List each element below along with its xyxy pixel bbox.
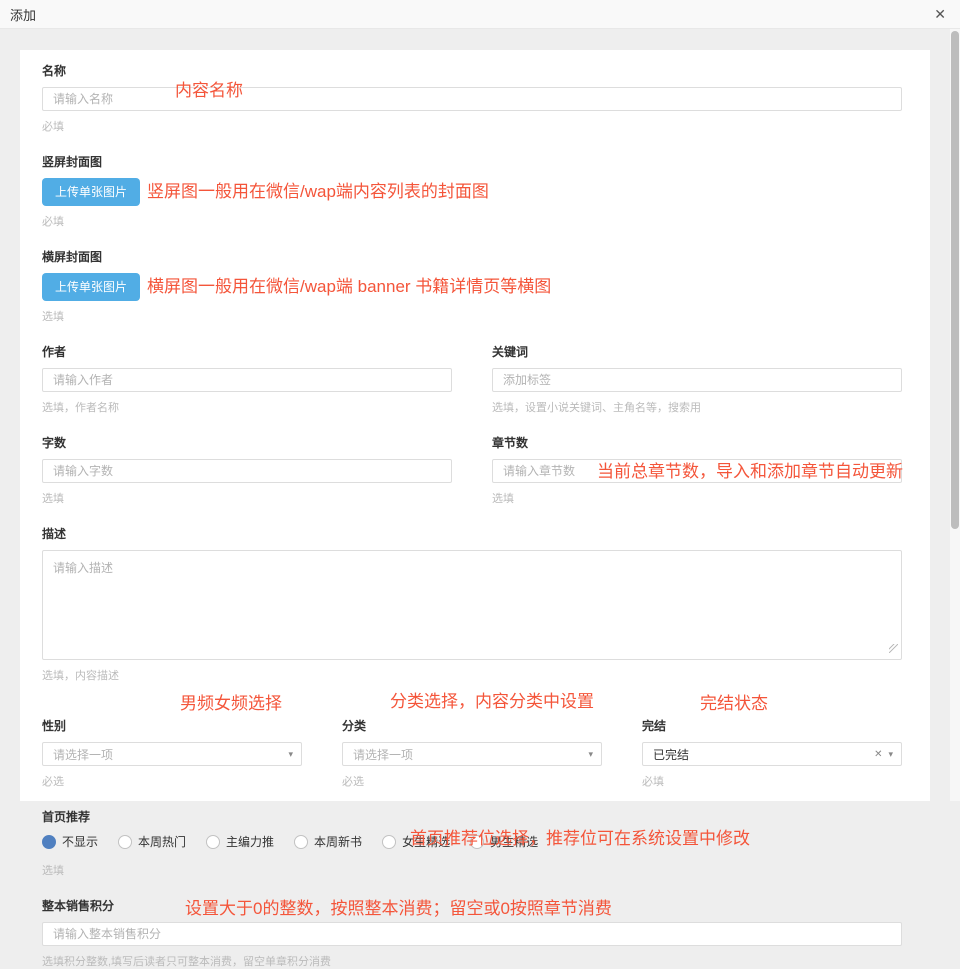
chevron-down-icon: ▾ — [588, 749, 593, 760]
chapter-count-label: 章节数 — [492, 434, 902, 451]
gender-help: 必选 — [42, 773, 302, 789]
field-category: 分类选择，内容分类中设置 分类 请选择一项 ▾ 必选 — [342, 717, 602, 789]
radio-option[interactable]: 本周热门 — [118, 833, 186, 850]
upload-portrait-button[interactable]: 上传单张图片 — [42, 178, 140, 206]
author-input[interactable] — [42, 368, 452, 392]
close-icon[interactable]: ✕ — [934, 7, 946, 21]
radio-label: 本周新书 — [314, 833, 362, 850]
points-help: 选填积分整数,填写后读者只可整本消费，留空单章积分消费 — [42, 953, 902, 969]
keywords-input[interactable] — [492, 368, 902, 392]
radio-option[interactable]: 主编力推 — [206, 833, 274, 850]
gender-select-value: 请选择一项 — [53, 746, 282, 763]
points-label: 整本销售积分 — [42, 897, 902, 914]
field-keywords: 关键词 选填，设置小说关键词、主角名等，搜索用 — [492, 343, 902, 415]
keywords-label: 关键词 — [492, 343, 902, 360]
name-input[interactable] — [42, 87, 902, 111]
name-label: 名称 — [42, 62, 902, 79]
description-textarea[interactable] — [42, 550, 902, 660]
radio-option[interactable]: 男生精选 — [470, 833, 538, 850]
portrait-cover-help: 必填 — [42, 213, 902, 229]
points-input[interactable] — [42, 922, 902, 946]
radio-label: 不显示 — [62, 833, 98, 850]
field-author: 作者 选填，作者名称 — [42, 343, 452, 415]
chevron-down-icon: ▾ — [888, 749, 893, 760]
annotation-gender: 男频女频选择 — [180, 689, 282, 714]
field-finished: 完结状态 完结 已完结 ✕ ▾ 必填 — [642, 717, 902, 789]
annotation-finished: 完结状态 — [700, 689, 768, 714]
description-help: 选填，内容描述 — [42, 667, 902, 683]
scrollbar-track[interactable] — [950, 29, 960, 801]
radio-label: 主编力推 — [226, 833, 274, 850]
name-help: 必填 — [42, 118, 902, 134]
field-landscape-cover: 横屏封面图 横屏图一般用在微信/wap端 banner 书籍详情页等横图 上传单… — [42, 248, 902, 324]
finished-label: 完结 — [642, 717, 902, 734]
radio-label: 本周热门 — [138, 833, 186, 850]
category-label: 分类 — [342, 717, 602, 734]
word-count-label: 字数 — [42, 434, 452, 451]
recommend-radio-group: 不显示 本周热门 主编力推 本周新书 女生精选 男生精选 — [42, 833, 902, 850]
landscape-cover-label: 横屏封面图 — [42, 248, 902, 265]
field-chapter-count: 章节数 当前总章节数，导入和添加章节自动更新 选填 — [492, 434, 902, 506]
field-recommend: 首页推荐 首页推荐位选择，推荐位可在系统设置中修改 不显示 本周热门 主编力推 … — [42, 808, 902, 878]
radio-icon — [118, 835, 132, 849]
radio-icon — [382, 835, 396, 849]
radio-option[interactable]: 女生精选 — [382, 833, 450, 850]
row-selects: 男频女频选择 性别 请选择一项 ▾ 必选 分类选择，内容分类中设置 分类 请选择… — [42, 717, 902, 789]
modal-header: 添加 ✕ — [0, 0, 960, 29]
word-count-input[interactable] — [42, 459, 452, 483]
radio-label: 男生精选 — [490, 833, 538, 850]
gender-select[interactable]: 请选择一项 ▾ — [42, 742, 302, 766]
field-description: 描述 选填，内容描述 — [42, 525, 902, 683]
landscape-cover-help: 选填 — [42, 308, 902, 324]
recommend-help: 选填 — [42, 862, 902, 878]
radio-label: 女生精选 — [402, 833, 450, 850]
scrollbar-thumb[interactable] — [951, 31, 959, 529]
radio-icon — [294, 835, 308, 849]
annotation-portrait-cover: 竖屏图一般用在微信/wap端内容列表的封面图 — [147, 177, 489, 202]
field-gender: 男频女频选择 性别 请选择一项 ▾ 必选 — [42, 717, 302, 789]
portrait-cover-label: 竖屏封面图 — [42, 153, 902, 170]
author-label: 作者 — [42, 343, 452, 360]
resize-handle-icon[interactable] — [889, 644, 898, 653]
field-portrait-cover: 竖屏封面图 竖屏图一般用在微信/wap端内容列表的封面图 上传单张图片 必填 — [42, 153, 902, 229]
category-select[interactable]: 请选择一项 ▾ — [342, 742, 602, 766]
chapter-count-help: 选填 — [492, 490, 902, 506]
gender-label: 性别 — [42, 717, 302, 734]
description-label: 描述 — [42, 525, 902, 542]
row-counts: 字数 选填 章节数 当前总章节数，导入和添加章节自动更新 选填 — [42, 434, 902, 506]
finished-help: 必填 — [642, 773, 902, 789]
radio-option[interactable]: 本周新书 — [294, 833, 362, 850]
row-author-keywords: 作者 选填，作者名称 关键词 选填，设置小说关键词、主角名等，搜索用 — [42, 343, 902, 415]
category-help: 必选 — [342, 773, 602, 789]
category-select-value: 请选择一项 — [353, 746, 582, 763]
annotation-landscape-cover: 横屏图一般用在微信/wap端 banner 书籍详情页等横图 — [147, 272, 551, 297]
radio-icon — [42, 835, 56, 849]
form-card: 名称 内容名称 必填 竖屏封面图 竖屏图一般用在微信/wap端内容列表的封面图 … — [20, 50, 930, 801]
clear-icon[interactable]: ✕ — [874, 749, 882, 760]
radio-option[interactable]: 不显示 — [42, 833, 98, 850]
modal-title: 添加 — [10, 5, 36, 24]
field-points: 整本销售积分 设置大于0的整数，按照整本消费；留空或0按照章节消费 选填积分整数… — [42, 897, 902, 969]
field-word-count: 字数 选填 — [42, 434, 452, 506]
chevron-down-icon: ▾ — [288, 749, 293, 760]
finished-select-value: 已完结 — [653, 746, 868, 763]
upload-landscape-button[interactable]: 上传单张图片 — [42, 273, 140, 301]
finished-select[interactable]: 已完结 ✕ ▾ — [642, 742, 902, 766]
radio-icon — [206, 835, 220, 849]
chapter-count-input[interactable] — [492, 459, 902, 483]
annotation-category: 分类选择，内容分类中设置 — [390, 687, 594, 712]
word-count-help: 选填 — [42, 490, 452, 506]
radio-icon — [470, 835, 484, 849]
field-name: 名称 内容名称 必填 — [42, 62, 902, 134]
recommend-label: 首页推荐 — [42, 808, 902, 825]
author-help: 选填，作者名称 — [42, 399, 452, 415]
keywords-help: 选填，设置小说关键词、主角名等，搜索用 — [492, 399, 902, 415]
